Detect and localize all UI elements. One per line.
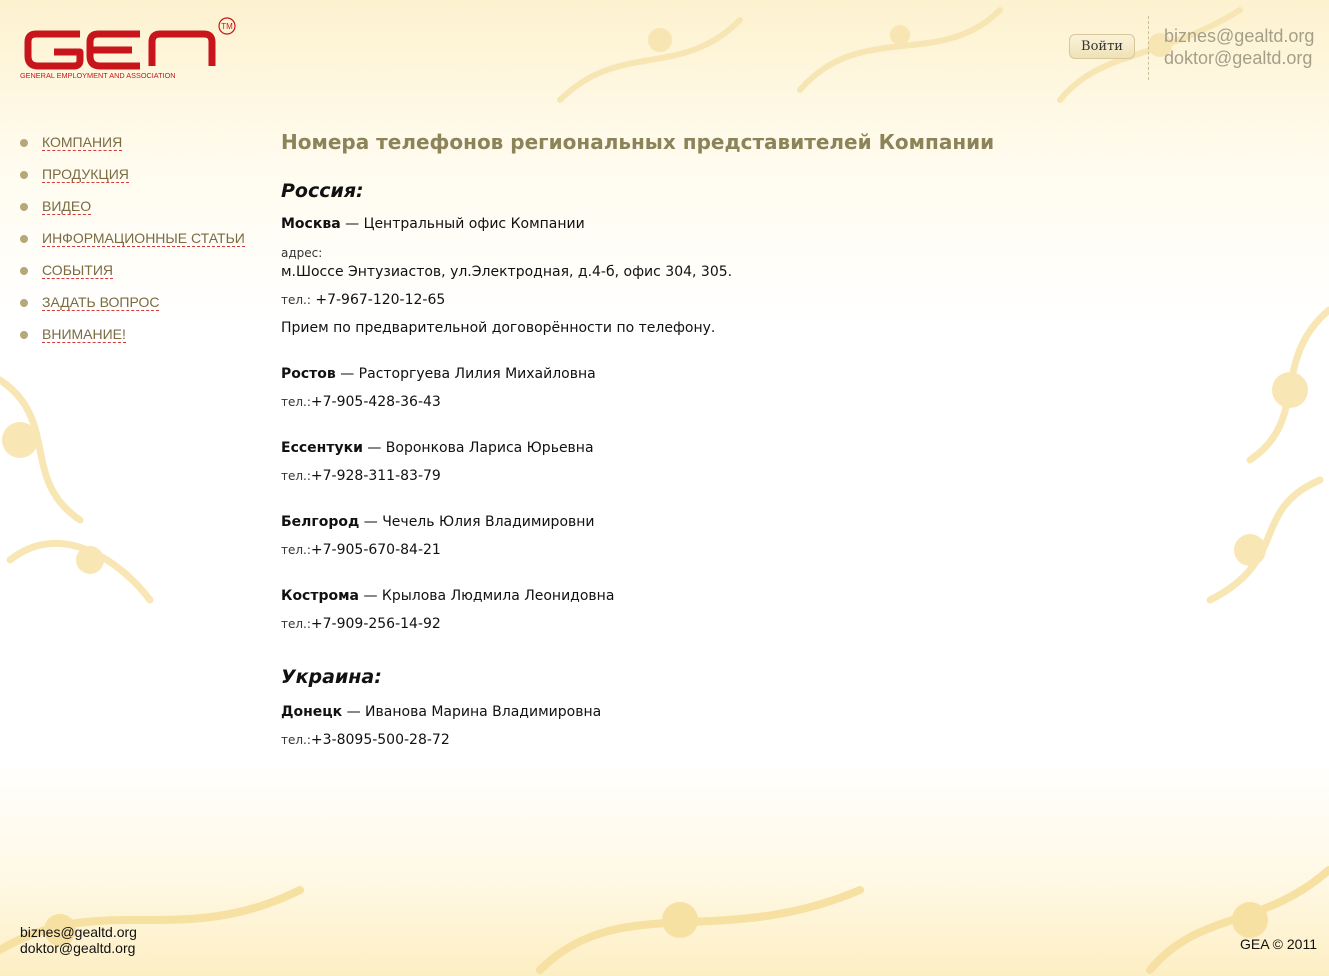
city-name: Белгород bbox=[281, 514, 360, 530]
logo-tagline: GENERAL EMPLOYMENT AND ASSOCIATION bbox=[20, 71, 176, 80]
city-name: Ростов bbox=[281, 366, 336, 382]
login-button[interactable]: Войти bbox=[1069, 34, 1135, 59]
nav-link-articles[interactable]: ИНФОРМАЦИОННЫЕ СТАТЬИ bbox=[42, 230, 245, 247]
sidebar-nav: КОМПАНИЯ ПРОДУКЦИЯ ВИДЕО ИНФОРМАЦИОННЫЕ … bbox=[20, 134, 245, 358]
nav-item-articles: ИНФОРМАЦИОННЫЕ СТАТЬИ bbox=[20, 230, 245, 262]
city-name: Донецк bbox=[281, 704, 343, 720]
nav-item-events: СОБЫТИЯ bbox=[20, 262, 245, 294]
country-heading-russia: Россия: bbox=[281, 180, 364, 202]
nav-link-attention[interactable]: ВНИМАНИЕ! bbox=[42, 326, 126, 343]
phone-label: тел.: bbox=[281, 733, 311, 747]
region-rostov: Ростов — Расторгуева Лилия Михайловна bbox=[281, 366, 1181, 382]
header-email-doktor[interactable]: doktor@gealtd.org bbox=[1164, 47, 1314, 69]
phone-row-kostroma: тел.:+7-909-256-14-92 bbox=[281, 616, 1181, 632]
phone-label: тел.: bbox=[281, 617, 311, 631]
bullet-icon bbox=[20, 139, 28, 147]
bullet-icon bbox=[20, 267, 28, 275]
representative-name: — Чечель Юлия Владимировни bbox=[359, 514, 595, 530]
city-name: Ессентуки bbox=[281, 440, 363, 456]
address-label: адрес: bbox=[281, 246, 323, 260]
header-email-biznes[interactable]: biznes@gealtd.org bbox=[1164, 25, 1314, 47]
representative-name: — Воронкова Лариса Юрьевна bbox=[362, 440, 594, 456]
nav-item-ask-question: ЗАДАТЬ ВОПРОС bbox=[20, 294, 245, 326]
header-divider bbox=[1148, 16, 1149, 80]
address-value: м.Шоссе Энтузиастов, ул.Электродная, д.4… bbox=[281, 264, 733, 280]
nav-link-events[interactable]: СОБЫТИЯ bbox=[42, 262, 113, 279]
phone-number[interactable]: +7-905-428-36-43 bbox=[311, 394, 441, 410]
footer-email-doktor[interactable]: doktor@gealtd.org bbox=[20, 940, 137, 956]
appointment-note: Прием по предварительной договорённости … bbox=[281, 320, 716, 336]
office-moscow: Москва — Центральный офис Компании bbox=[281, 216, 1181, 232]
representative-name: — Иванова Марина Владимировна bbox=[342, 704, 602, 720]
city-name: Москва bbox=[281, 216, 341, 232]
nav-item-company: КОМПАНИЯ bbox=[20, 134, 245, 166]
office-description: — Центральный офис Компании bbox=[340, 216, 585, 232]
header-emails: biznes@gealtd.org doktor@gealtd.org bbox=[1164, 25, 1314, 69]
footer-email-biznes[interactable]: biznes@gealtd.org bbox=[20, 924, 137, 940]
region-donetsk: Донецк — Иванова Марина Владимировна bbox=[281, 704, 1181, 720]
gea-logo-mark: TM GENERAL EMPLOYMENT AND ASSOCIATION bbox=[20, 17, 236, 80]
main-content: Номера телефонов региональных представит… bbox=[281, 128, 1181, 748]
nav-item-video: ВИДЕО bbox=[20, 198, 245, 230]
phone-row-donetsk: тел.:+3-8095-500-28-72 bbox=[281, 732, 1181, 748]
nav-link-company[interactable]: КОМПАНИЯ bbox=[42, 134, 123, 151]
bullet-icon bbox=[20, 235, 28, 243]
phone-number[interactable]: +3-8095-500-28-72 bbox=[311, 732, 450, 748]
city-name: Кострома bbox=[281, 588, 360, 604]
nav-link-video[interactable]: ВИДЕО bbox=[42, 198, 92, 215]
nav-link-products[interactable]: ПРОДУКЦИЯ bbox=[42, 166, 129, 183]
bullet-icon bbox=[20, 331, 28, 339]
footer-emails: biznes@gealtd.org doktor@gealtd.org bbox=[20, 924, 137, 956]
phone-number[interactable]: +7-909-256-14-92 bbox=[311, 616, 441, 632]
floral-ornament-bottom bbox=[0, 866, 1329, 974]
logo-trademark: TM bbox=[221, 22, 233, 31]
representative-name: — Крылова Людмила Леонидовна bbox=[359, 588, 615, 604]
floral-ornament-left bbox=[0, 376, 154, 604]
bullet-icon bbox=[20, 171, 28, 179]
nav-link-ask-question[interactable]: ЗАДАТЬ ВОПРОС bbox=[42, 294, 160, 311]
phone-label: тел.: bbox=[281, 469, 311, 483]
bullet-icon bbox=[20, 203, 28, 211]
phone-row-belgorod: тел.:+7-905-670-84-21 bbox=[281, 542, 1181, 558]
phone-number[interactable]: +7-905-670-84-21 bbox=[311, 542, 441, 558]
representative-name: — Расторгуева Лилия Михайловна bbox=[335, 366, 596, 382]
country-heading-ukraine: Украина: bbox=[281, 666, 382, 688]
phone-number[interactable]: +7-928-311-83-79 bbox=[311, 468, 441, 484]
phone-row-moscow: тел.: +7-967-120-12-65 bbox=[281, 292, 1181, 308]
phone-label: тел.: bbox=[281, 293, 311, 307]
gea-logo[interactable]: TM GENERAL EMPLOYMENT AND ASSOCIATION bbox=[20, 16, 240, 80]
bullet-icon bbox=[20, 299, 28, 307]
region-belgorod: Белгород — Чечель Юлия Владимировни bbox=[281, 514, 1181, 530]
phone-label: тел.: bbox=[281, 543, 311, 557]
region-kostroma: Кострома — Крылова Людмила Леонидовна bbox=[281, 588, 1181, 604]
phone-row-rostov: тел.:+7-905-428-36-43 bbox=[281, 394, 1181, 410]
phone-label: тел.: bbox=[281, 395, 311, 409]
region-essentuki: Ессентуки — Воронкова Лариса Юрьевна bbox=[281, 440, 1181, 456]
copyright: GEA © 2011 bbox=[1240, 936, 1317, 952]
phone-row-essentuki: тел.:+7-928-311-83-79 bbox=[281, 468, 1181, 484]
phone-number[interactable]: +7-967-120-12-65 bbox=[311, 292, 445, 308]
nav-item-attention: ВНИМАНИЕ! bbox=[20, 326, 245, 358]
page-title: Номера телефонов региональных представит… bbox=[281, 130, 995, 154]
nav-item-products: ПРОДУКЦИЯ bbox=[20, 166, 245, 198]
floral-ornament-right bbox=[1206, 306, 1329, 604]
